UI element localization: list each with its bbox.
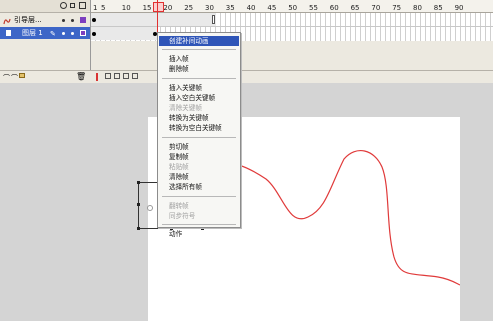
menu-item[interactable]: 插入帧 (159, 54, 239, 64)
timeline-empty-area (91, 41, 493, 70)
ruler-tick-label: 85 (433, 4, 443, 12)
menu-item[interactable]: 插入关键帧 (159, 83, 239, 93)
ruler-tick-label: 15 (142, 4, 152, 12)
menu-separator (162, 49, 236, 51)
menu-item[interactable]: 复制帧 (159, 152, 239, 162)
trash-icon[interactable]: 🗑 (76, 72, 86, 81)
menu-item: 粘贴帧 (169, 163, 189, 171)
frame-grid[interactable] (91, 13, 493, 41)
add-folder-icon[interactable] (19, 73, 25, 78)
menu-separator (162, 136, 236, 138)
ruler-tick-label: 65 (350, 4, 360, 12)
menu-item[interactable]: 转换为关键帧 (159, 113, 239, 123)
ruler-tick-label: 55 (309, 4, 318, 12)
lock-dot[interactable] (71, 19, 74, 22)
menu-item[interactable]: 创建补间动画 (159, 36, 239, 46)
menu-item[interactable]: 剪切帧 (159, 142, 239, 152)
context-menu: 创建补间动画 插入帧 删除帧插入关键帧 插入空白关键帧 清除关键帧 转换为关键帧 转换为空白… (157, 32, 241, 238)
ruler-tick-label: 25 (184, 4, 194, 12)
frames-guide-layer[interactable] (91, 13, 493, 27)
timeline-toolbar (90, 70, 493, 83)
lock-dot[interactable] (71, 32, 74, 35)
ruler-tick-label: 40 (246, 4, 256, 12)
ruler-tick-label: 60 (329, 4, 339, 12)
ruler-tick-label: 90 (454, 4, 464, 12)
ruler-tick-label: 35 (225, 4, 235, 12)
ruler-tick-label: 20 (163, 4, 173, 12)
outline-icon[interactable] (79, 2, 86, 9)
edit-multiple-icon[interactable] (123, 73, 129, 79)
ruler-tick-label: 10 (121, 4, 131, 12)
frame-ruler[interactable]: 1 5 10 15 20 25 30 35 40 45 50 55 60 65 70 75 80 85 90 (91, 0, 493, 13)
ruler-tick-label: 45 (267, 4, 277, 12)
playhead-handle[interactable] (153, 2, 164, 12)
ruler-tick-label: 5 (101, 4, 106, 12)
transform-handle[interactable] (137, 227, 140, 230)
layer-color-swatch[interactable] (80, 17, 86, 23)
transform-handle[interactable] (137, 203, 140, 206)
eye-icon[interactable] (60, 2, 67, 9)
menu-item[interactable]: 动作 (159, 229, 239, 239)
menu-separator (162, 195, 236, 197)
guide-layer-icon (3, 17, 11, 25)
frame-span[interactable] (91, 13, 216, 26)
onion-skin-icon[interactable] (105, 73, 111, 79)
layer-panel: 引导层... 图层 1 ✎ (0, 0, 91, 70)
menu-item: 翻转帧 (169, 201, 189, 210)
menu-item[interactable]: 选择所有帧 (159, 182, 239, 192)
pencil-icon: ✎ (50, 30, 56, 38)
ruler-tick-label: 50 (288, 4, 298, 12)
ruler-tick-label: 70 (371, 4, 381, 12)
onion-outline-icon[interactable] (114, 73, 120, 79)
menu-item[interactable]: 删除帧 (159, 64, 239, 74)
layer-row-layer1[interactable]: 图层 1 ✎ (0, 27, 90, 39)
ruler-tick-label: 1 (93, 4, 98, 12)
ruler-tick-label: 75 (392, 4, 402, 12)
motion-guide-path (203, 150, 460, 286)
frames-layer1[interactable] (91, 27, 493, 40)
layer-name[interactable]: 图层 1 (22, 27, 43, 39)
menu-separator (162, 224, 236, 225)
timeline-panel: 引导层... 图层 1 ✎ 1 5 10 15 20 25 30 35 40 45 50 55 60 65… (0, 0, 493, 70)
visibility-dot[interactable] (62, 32, 65, 35)
add-layer-icon[interactable]: ⌒ (3, 73, 10, 83)
transform-handle[interactable] (137, 181, 140, 184)
layer-row-guide[interactable]: 引导层... (0, 14, 90, 26)
layer-name[interactable]: 引导层... (14, 14, 42, 26)
layer-icon (6, 30, 11, 36)
ruler-tick-label: 30 (205, 4, 214, 12)
keyframe[interactable] (92, 32, 96, 36)
menu-item[interactable]: 插入空白关键帧 (159, 93, 239, 103)
lock-icon[interactable] (70, 3, 75, 8)
registration-point[interactable] (147, 205, 153, 211)
ruler-tick-label: 80 (413, 4, 422, 12)
end-frame-marker[interactable] (212, 15, 215, 24)
layer-toolbar: ⌒ ⌒ 🗑 (0, 70, 90, 83)
frame-span[interactable] (91, 27, 157, 40)
visibility-dot[interactable] (62, 19, 65, 22)
center-frame-icon[interactable] (96, 73, 98, 81)
menu-separator (162, 77, 236, 79)
flash-editor: 引导层... 图层 1 ✎ 1 5 10 15 20 25 30 35 40 45 50 55 60 65… (0, 0, 493, 321)
keyframe[interactable] (92, 18, 96, 22)
menu-item: 同步符号 (169, 211, 196, 220)
onion-markers-icon[interactable] (132, 73, 138, 79)
menu-item[interactable]: 清除帧 (159, 172, 239, 182)
menu-item[interactable]: 转换为空白关键帧 (159, 123, 239, 133)
layer-color-swatch[interactable] (80, 30, 86, 36)
add-guide-icon[interactable]: ⌒ (11, 73, 18, 83)
layer-header (0, 0, 90, 13)
menu-item: 清除关键帧 (169, 104, 202, 112)
